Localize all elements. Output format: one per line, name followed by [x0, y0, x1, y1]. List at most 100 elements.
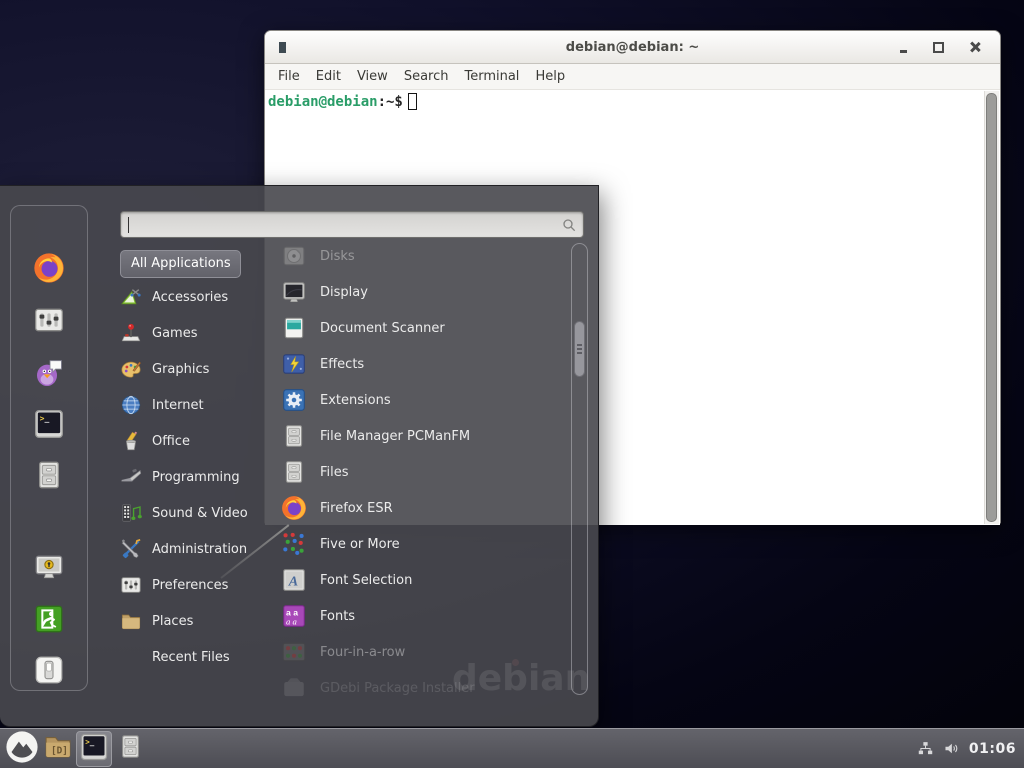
category-sound-and-video[interactable]: Sound & Video [120, 498, 275, 528]
volume-icon[interactable] [943, 740, 960, 757]
favorite-files[interactable] [33, 459, 65, 491]
category-label: Games [152, 326, 197, 341]
svg-text:_: _ [90, 737, 95, 746]
preferences-icon [33, 321, 65, 340]
session-log-out[interactable] [33, 603, 65, 635]
app-document-scanner[interactable]: Document Scanner [281, 312, 566, 344]
category-label: Accessories [152, 290, 228, 305]
network-icon[interactable] [917, 740, 934, 757]
app-disks[interactable]: Disks [281, 240, 566, 272]
taskbar-launcher-terminal[interactable]: >_ [76, 731, 112, 767]
search-input[interactable] [127, 214, 551, 237]
terminal-scrollbar-thumb[interactable] [986, 93, 997, 522]
firefox-icon [281, 495, 307, 521]
app-label: Fonts [320, 609, 355, 624]
category-label: Places [152, 614, 193, 629]
search-icon [561, 217, 577, 233]
app-label: Firefox ESR [320, 501, 393, 516]
terminal-window-icon [279, 42, 286, 53]
app-font-selection[interactable]: A Font Selection [281, 564, 566, 596]
taskbar-clock[interactable]: 01:06 [969, 741, 1016, 757]
favorite-terminal[interactable]: >_ [33, 408, 65, 440]
terminal-scrollbar[interactable] [984, 91, 999, 524]
taskbar-launcher-files[interactable] [112, 731, 148, 767]
svg-text:[D]: [D] [51, 745, 68, 756]
app-label: Disks [320, 249, 355, 264]
category-administration[interactable]: Administration [120, 534, 275, 564]
app-label: Extensions [320, 393, 391, 408]
app-effects[interactable]: Effects [281, 348, 566, 380]
font-selection-icon: A [281, 567, 307, 593]
category-accessories[interactable]: Accessories [120, 282, 275, 312]
category-label: Office [152, 434, 190, 449]
apps-scrollbar[interactable] [571, 243, 588, 695]
app-display[interactable]: Display [281, 276, 566, 308]
doc-scanner-icon [281, 315, 307, 341]
terminal-menu-terminal[interactable]: Terminal [456, 69, 527, 84]
lock-screen-icon [33, 568, 65, 587]
category-label: Administration [152, 542, 247, 557]
prompt-suffix: :~$ [378, 94, 403, 110]
session-lock-screen[interactable] [33, 551, 65, 583]
svg-text:_: _ [44, 414, 49, 423]
category-preferences[interactable]: Preferences [120, 570, 275, 600]
no-icon [120, 646, 142, 668]
app-files[interactable]: Files [281, 456, 566, 488]
file-cabinet-icon [281, 423, 307, 449]
app-gdebi-package-installer[interactable]: GDebi Package Installer [281, 672, 566, 704]
category-recent-files[interactable]: Recent Files [120, 642, 275, 672]
category-all-applications[interactable]: All Applications [120, 250, 241, 278]
taskbar-launcher-desktop-folder[interactable]: [D] [40, 731, 76, 767]
menu-circle-icon [5, 730, 39, 768]
app-fonts[interactable]: a aa aFonts [281, 600, 566, 632]
gdebi-icon [281, 675, 307, 701]
app-file-manager-pcmanfm[interactable]: File Manager PCManFM [281, 420, 566, 452]
favorite-settings[interactable] [33, 304, 65, 336]
maximize-button[interactable] [933, 42, 944, 53]
taskbar-launcher-menu-button[interactable] [4, 731, 40, 767]
file-cabinet-icon [281, 459, 307, 485]
folder-d-icon: [D] [43, 732, 73, 766]
extensions-icon [281, 387, 307, 413]
terminal-icon: >_ [33, 425, 65, 444]
log-out-icon [33, 620, 65, 639]
category-games[interactable]: Games [120, 318, 275, 348]
app-extensions[interactable]: Extensions [281, 384, 566, 416]
terminal-menu-help[interactable]: Help [527, 69, 573, 84]
session-shut-down[interactable] [33, 654, 65, 686]
category-internet[interactable]: Internet [120, 390, 275, 420]
file-cabinet-icon [117, 733, 144, 764]
disks-icon [281, 243, 307, 269]
internet-icon [120, 394, 142, 416]
app-label: Display [320, 285, 368, 300]
category-office[interactable]: Office [120, 426, 275, 456]
taskbar-launchers: [D] >_ [0, 729, 148, 768]
category-places[interactable]: Places [120, 606, 275, 636]
terminal-menu-view[interactable]: View [349, 69, 396, 84]
app-firefox-esr[interactable]: Firefox ESR [281, 492, 566, 524]
category-programming[interactable]: Programming [120, 462, 275, 492]
close-button[interactable] [970, 42, 980, 52]
terminal-menu-search[interactable]: Search [396, 69, 457, 84]
menu-search[interactable] [120, 211, 584, 238]
app-label: Files [320, 465, 349, 480]
favorite-firefox[interactable] [33, 252, 65, 284]
terminal-menu-file[interactable]: File [270, 69, 308, 84]
category-graphics[interactable]: Graphics [120, 354, 275, 384]
terminal-titlebar[interactable]: debian@debian: ~ [265, 31, 1000, 64]
app-four-in-a-row[interactable]: Four-in-a-row [281, 636, 566, 668]
graphics-icon [120, 358, 142, 380]
office-icon [120, 430, 142, 452]
taskbar: [D] >_ 01:06 [0, 728, 1024, 768]
four-in-a-row-icon [281, 639, 307, 665]
minimize-button[interactable] [900, 50, 907, 53]
app-label: Font Selection [320, 573, 412, 588]
terminal-menu-edit[interactable]: Edit [308, 69, 349, 84]
accessories-icon [120, 286, 142, 308]
favorite-pidgin[interactable] [33, 356, 65, 388]
app-label: Document Scanner [320, 321, 445, 336]
desktop: debian debian@debian: ~ FileEditViewSear… [0, 0, 1024, 768]
app-five-or-more[interactable]: Five or More [281, 528, 566, 560]
apps-scrollbar-thumb[interactable] [574, 321, 585, 377]
display-icon [281, 279, 307, 305]
